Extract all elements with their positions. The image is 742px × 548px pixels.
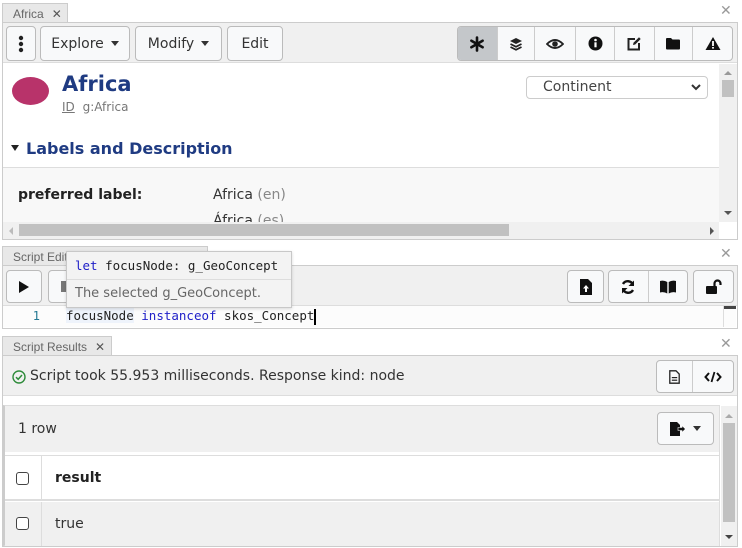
modify-button[interactable]: Modify	[135, 26, 222, 61]
docs-button[interactable]	[647, 271, 688, 302]
vertical-scrollbar[interactable]	[719, 64, 737, 222]
scroll-up-icon[interactable]	[725, 414, 733, 418]
resource-title: Africa	[62, 72, 132, 96]
select-all-checkbox[interactable]	[16, 472, 29, 485]
tooltip-description: The selected g_GeoConcept.	[75, 286, 261, 301]
results-scrollbar[interactable]	[721, 406, 737, 546]
section-body: preferred label: Africa (en) África (es)	[3, 167, 719, 222]
scrollbar-thumb[interactable]	[722, 80, 734, 97]
code-editor[interactable]: 1 focusNode instanceof skos_Concept	[3, 306, 736, 327]
script-actions-group	[608, 270, 688, 303]
horizontal-scrollbar[interactable]	[3, 222, 719, 239]
scroll-left-icon[interactable]	[9, 227, 13, 235]
text-cursor	[314, 308, 317, 325]
caret-down-icon	[693, 426, 701, 431]
scroll-right-icon[interactable]	[710, 227, 714, 235]
text-view-button[interactable]	[657, 361, 692, 392]
view-all-button[interactable]	[458, 27, 497, 60]
info-icon	[588, 36, 602, 51]
close-tab-icon[interactable]: ✕	[52, 7, 62, 21]
view-warning-button[interactable]	[692, 27, 732, 60]
tab-label: Script Results	[13, 340, 88, 354]
lock-button[interactable]	[693, 270, 734, 303]
view-eye-button[interactable]	[534, 27, 575, 60]
edit-square-icon	[627, 36, 641, 50]
edit-button[interactable]: Edit	[227, 26, 283, 61]
close-tab-icon[interactable]: ✕	[95, 340, 105, 354]
warning-icon	[705, 37, 721, 50]
row-checkbox[interactable]	[16, 517, 29, 530]
asterisk-icon	[470, 35, 485, 52]
refresh-icon	[622, 279, 635, 294]
status-message: Script took 55.953 milliseconds. Respons…	[30, 368, 405, 384]
view-info-button[interactable]	[575, 27, 614, 60]
type-select[interactable]: Continent	[526, 76, 708, 99]
code-line[interactable]: focusNode instanceof skos_Concept	[66, 306, 317, 327]
code-icon	[704, 371, 722, 382]
table-cell: true	[55, 516, 84, 532]
editor-scrollbar[interactable]	[723, 306, 736, 327]
table-header-row: result	[5, 455, 719, 501]
vertical-dots-icon	[18, 35, 24, 52]
import-file-button[interactable]	[567, 270, 604, 303]
hover-tooltip: let focusNode: g_GeoConcept The selected…	[66, 251, 292, 308]
id-label[interactable]: ID	[62, 100, 75, 114]
scroll-down-icon[interactable]	[725, 535, 733, 539]
line-number: 1	[32, 309, 40, 323]
close-pane-icon[interactable]: ✕	[720, 336, 732, 352]
scroll-up-icon[interactable]	[724, 71, 732, 75]
close-pane-icon[interactable]: ✕	[720, 246, 732, 262]
tooltip-signature: let focusNode: g_GeoConcept	[67, 252, 291, 280]
play-icon	[19, 280, 29, 293]
section-title[interactable]: Labels and Description	[26, 139, 233, 158]
column-header[interactable]: result	[55, 470, 101, 486]
table-header-bar	[5, 406, 719, 452]
scrollbar-thumb[interactable]	[19, 224, 509, 236]
chevron-down-icon	[691, 84, 701, 91]
resource-id: ID g:Africa	[62, 100, 129, 114]
property-value: África (es)	[213, 213, 285, 222]
result-view-group	[656, 360, 734, 393]
table-row: true	[5, 502, 719, 546]
resource-color-swatch	[12, 77, 49, 105]
view-layers-button[interactable]	[496, 27, 535, 60]
file-text-icon	[669, 369, 680, 384]
eye-icon	[546, 38, 565, 49]
export-button[interactable]	[657, 412, 714, 445]
tab-script-results[interactable]: Script Results ✕	[2, 336, 112, 356]
property-label: preferred label:	[18, 187, 143, 203]
folder-icon	[666, 38, 681, 50]
file-export-icon	[670, 421, 686, 436]
book-open-icon	[659, 280, 676, 293]
caret-down-icon	[201, 41, 210, 46]
run-button[interactable]	[6, 270, 42, 303]
scrollbar-thumb[interactable]	[723, 423, 735, 522]
id-value: g:Africa	[82, 100, 129, 114]
view-edit-button[interactable]	[613, 27, 654, 60]
file-upload-icon	[579, 278, 592, 295]
collapse-caret-icon[interactable]	[11, 145, 19, 151]
layers-icon	[510, 37, 523, 51]
tab-label: Script Edit	[13, 250, 68, 264]
tab-africa[interactable]: Africa ✕	[2, 3, 68, 23]
property-value: Africa (en)	[213, 187, 286, 203]
view-folder-button[interactable]	[653, 27, 693, 60]
scroll-down-icon[interactable]	[724, 211, 732, 215]
menu-button[interactable]	[6, 26, 36, 61]
view-switcher	[457, 26, 733, 61]
code-view-button[interactable]	[692, 361, 733, 392]
check-circle-icon	[12, 370, 26, 384]
explore-button[interactable]: Explore	[40, 26, 130, 61]
caret-down-icon	[110, 41, 119, 46]
refresh-button[interactable]	[609, 271, 648, 302]
row-count: 1 row	[18, 421, 57, 437]
close-pane-icon[interactable]: ✕	[720, 3, 732, 19]
unlock-icon	[705, 279, 722, 294]
tab-label: Africa	[13, 7, 44, 21]
